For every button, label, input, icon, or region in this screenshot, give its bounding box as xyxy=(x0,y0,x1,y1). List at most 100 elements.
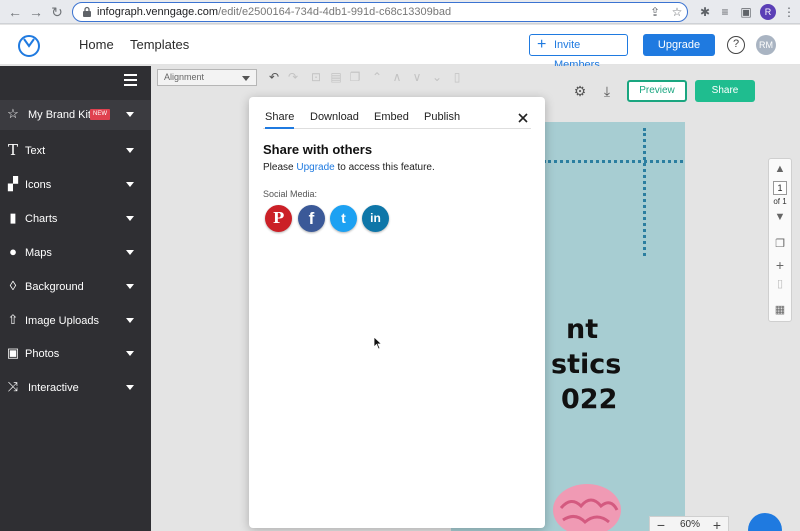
modal-heading: Share with others xyxy=(263,142,373,157)
upgrade-button[interactable]: Upgrade xyxy=(643,34,715,56)
grid-view-icon[interactable]: ▦ xyxy=(769,303,791,316)
shuffle-icon: ⤨ xyxy=(7,379,19,394)
settings-gear-icon[interactable]: ⚙ xyxy=(572,83,588,99)
delete-page-icon[interactable]: ▯ xyxy=(769,277,791,290)
pinterest-icon[interactable]: P xyxy=(265,205,292,232)
close-icon[interactable] xyxy=(516,111,530,125)
send-backward-icon[interactable]: ∨ xyxy=(409,69,425,85)
trash-icon[interactable]: ▯ xyxy=(449,69,465,85)
modal-tabs: Share Download Embed Publish xyxy=(263,111,531,129)
plus-icon: + xyxy=(537,36,547,53)
tab-share[interactable]: Share xyxy=(265,111,295,129)
bring-forward-icon[interactable]: ∧ xyxy=(389,69,405,85)
venngage-logo-icon[interactable] xyxy=(17,33,41,57)
dotted-line-vertical xyxy=(643,128,646,256)
shapes-icon: ▞ xyxy=(8,176,18,191)
reading-list-icon[interactable]: ≡ xyxy=(716,3,734,21)
page-number-input[interactable]: 1 xyxy=(773,181,787,195)
send-to-back-icon[interactable]: ⌄ xyxy=(429,69,445,85)
url-text: infograph.venngage.com/edit/e2500164-734… xyxy=(97,6,451,18)
sidebar-item-background[interactable]: ◊ Background xyxy=(0,272,151,302)
sidebar-item-label: Background xyxy=(25,281,84,293)
invite-members-button[interactable]: + Invite Members xyxy=(529,34,628,71)
description-text: Please xyxy=(263,162,297,173)
address-bar[interactable]: infograph.venngage.com/edit/e2500164-734… xyxy=(72,2,688,22)
sidebar-item-icons[interactable]: ▞ Icons xyxy=(0,170,151,200)
undo-icon[interactable]: ↶ xyxy=(266,69,282,85)
chevron-up-icon[interactable]: ▲ xyxy=(769,163,791,175)
back-arrow-icon[interactable]: ← xyxy=(6,3,24,21)
upload-icon: ⇧ xyxy=(7,312,19,327)
help-chat-button[interactable] xyxy=(748,513,782,531)
download-icon[interactable]: ⤓ xyxy=(599,83,615,99)
sidebar-item-image-uploads[interactable]: ⇧ Image Uploads xyxy=(0,306,151,336)
browser-menu-icon[interactable]: ⋮ xyxy=(780,3,798,21)
social-media-label: Social Media: xyxy=(263,189,318,199)
preview-button[interactable]: Preview xyxy=(627,80,687,102)
redo-icon[interactable]: ↷ xyxy=(285,69,301,85)
forward-arrow-icon[interactable]: → xyxy=(27,3,45,21)
sidebar-item-label: Interactive xyxy=(28,382,79,394)
sidebar-item-text[interactable]: T Text xyxy=(0,136,151,166)
reload-icon[interactable]: ↻ xyxy=(48,3,66,21)
dotted-line-horizontal xyxy=(543,160,683,163)
sidebar-item-maps[interactable]: ● Maps xyxy=(0,238,151,268)
add-page-icon[interactable]: + xyxy=(769,257,791,273)
zoom-level[interactable]: 60% xyxy=(672,519,708,530)
chevron-down-icon xyxy=(126,216,134,221)
extensions-icon[interactable]: ✱ xyxy=(696,3,714,21)
chevron-down-icon xyxy=(126,351,134,356)
sidebar-item-label: Photos xyxy=(25,348,60,360)
help-icon[interactable]: ? xyxy=(727,36,745,54)
group-icon[interactable]: ❐ xyxy=(347,69,363,85)
sidebar-item-charts[interactable]: ▮ Charts xyxy=(0,204,151,234)
sidebar-item-my-brand-kit[interactable]: ☆ My Brand Kit NEW xyxy=(0,100,151,130)
fill-icon: ◊ xyxy=(9,278,17,293)
user-avatar[interactable]: RM xyxy=(756,35,776,55)
sidebar: ☆ My Brand Kit NEW T Text ▞ Icons ▮ Char… xyxy=(0,66,151,531)
page-tools-panel: ▲ 1 of 1 ▼ ❐ + ▯ ▦ xyxy=(768,158,792,322)
bookmark-star-icon[interactable]: ☆ xyxy=(668,3,686,21)
bring-to-front-icon[interactable]: ⌃ xyxy=(369,69,385,85)
sidebar-item-label: Maps xyxy=(25,247,52,259)
page-count: of 1 xyxy=(773,197,787,206)
duplicate-page-icon[interactable]: ❐ xyxy=(769,237,791,250)
tab-publish[interactable]: Publish xyxy=(424,111,460,129)
bar-chart-icon: ▮ xyxy=(9,210,17,225)
chevron-down-icon xyxy=(126,148,134,153)
nav-templates-link[interactable]: Templates xyxy=(130,37,189,52)
text-icon: T xyxy=(7,141,18,159)
brain-illustration[interactable] xyxy=(547,478,629,531)
side-panel-icon[interactable]: ▣ xyxy=(737,3,755,21)
nav-home-link[interactable]: Home xyxy=(79,37,114,52)
lock-icon xyxy=(83,6,91,17)
lock-icon[interactable]: ▤ xyxy=(328,69,344,85)
sidebar-item-label: Icons xyxy=(25,179,52,191)
share-button[interactable]: Share xyxy=(695,80,755,102)
tab-download[interactable]: Download xyxy=(310,111,359,129)
share-page-icon[interactable]: ⇪ xyxy=(646,3,664,21)
chevron-down-icon[interactable]: ▼ xyxy=(769,211,791,223)
chevron-down-icon xyxy=(126,250,134,255)
globe-icon: ● xyxy=(9,244,17,259)
star-icon: ☆ xyxy=(7,106,19,121)
zoom-in-icon[interactable]: + xyxy=(708,517,726,531)
browser-profile-avatar[interactable]: R xyxy=(760,4,776,20)
upgrade-link[interactable]: Upgrade xyxy=(296,162,334,173)
alignment-select-value: Alignment xyxy=(164,72,205,82)
crop-icon[interactable]: ⊡ xyxy=(308,69,324,85)
linkedin-icon[interactable]: in xyxy=(362,205,389,232)
alignment-select[interactable]: Alignment xyxy=(157,69,257,86)
chevron-down-icon xyxy=(126,385,134,390)
zoom-out-icon[interactable]: − xyxy=(652,517,670,531)
chevron-down-icon xyxy=(126,284,134,289)
sidebar-item-interactive[interactable]: ⤨ Interactive xyxy=(0,373,151,403)
sidebar-item-label: Image Uploads xyxy=(25,315,99,327)
tab-embed[interactable]: Embed xyxy=(374,111,409,129)
facebook-icon[interactable]: f xyxy=(298,205,325,232)
sidebar-item-photos[interactable]: ▣ Photos xyxy=(0,339,151,369)
hamburger-menu-icon[interactable] xyxy=(124,74,137,86)
twitter-icon[interactable]: t xyxy=(330,205,357,232)
url-path: /edit/e2500164-734d-4db1-991d-c68c13309b… xyxy=(218,6,452,18)
modal-description: Please Upgrade to access this feature. xyxy=(263,162,435,173)
